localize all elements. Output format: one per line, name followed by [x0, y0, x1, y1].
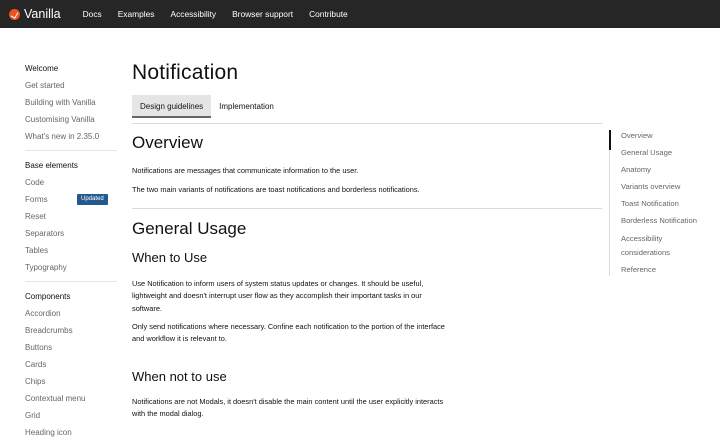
sidebar-item-customising-vanilla[interactable]: Customising Vanilla	[25, 111, 117, 128]
nav-browser-support[interactable]: Browser support	[224, 0, 301, 28]
sidebar-heading: Welcome	[25, 64, 59, 73]
overview-paragraph-2: The two main variants of notifications a…	[132, 185, 420, 194]
nav-links: Docs Examples Accessibility Browser supp…	[75, 0, 356, 28]
section-divider	[132, 123, 602, 124]
sidebar-item-contextual-menu[interactable]: Contextual menu	[25, 390, 117, 407]
nav-accessibility[interactable]: Accessibility	[162, 0, 224, 28]
vanilla-logo-icon	[9, 8, 20, 20]
when-to-use-paragraph-2: Only send notifications where necessary.…	[132, 322, 445, 344]
toc-item-anatomy[interactable]: Anatomy	[610, 164, 720, 176]
sidebar-group-components: Components Accordion Breadcrumbs Buttons…	[25, 288, 117, 441]
sidebar-item-reset[interactable]: Reset	[25, 208, 117, 225]
when-not-to-use-heading: When not to use	[132, 369, 227, 384]
sidebar-item-typography[interactable]: Typography	[25, 259, 117, 276]
sidebar-item-chips[interactable]: Chips	[25, 373, 117, 390]
sidebar-item-whats-new[interactable]: What's new in 2.35.0	[25, 128, 117, 145]
sidebar-divider	[25, 281, 117, 282]
general-usage-heading: General Usage	[132, 219, 247, 238]
tab-design-guidelines[interactable]: Design guidelines	[132, 95, 212, 118]
page-title: Notification	[132, 61, 239, 84]
sidebar-item-separators[interactable]: Separators	[25, 225, 117, 242]
sidebar-item-breadcrumbs[interactable]: Breadcrumbs	[25, 322, 117, 339]
sidebar-item-tables[interactable]: Tables	[25, 242, 117, 259]
sidebar-item-get-started[interactable]: Get started	[25, 77, 117, 94]
sidebar-item-heading-icon[interactable]: Heading icon	[25, 424, 117, 441]
toc-item-borderless-notification[interactable]: Borderless Notification	[610, 215, 720, 227]
sidebar-group-welcome: Welcome Get started Building with Vanill…	[25, 60, 117, 145]
sidebar-item-label: Forms	[25, 195, 48, 204]
section-divider	[132, 208, 602, 209]
brand-link[interactable]: Vanilla	[9, 0, 61, 28]
brand-name: Vanilla	[24, 7, 61, 21]
nav-docs[interactable]: Docs	[75, 0, 110, 28]
sidebar-item-code[interactable]: Code	[25, 174, 117, 191]
sidebar-divider	[25, 150, 117, 151]
when-to-use-paragraph-1: Use Notification to inform users of syst…	[132, 279, 424, 313]
sidebar-item-accordion[interactable]: Accordion	[25, 305, 117, 322]
sidebar-heading: Components	[25, 292, 71, 301]
sidebar-item-cards[interactable]: Cards	[25, 356, 117, 373]
nav-contribute[interactable]: Contribute	[301, 0, 356, 28]
sidebar-heading: Base elements	[25, 161, 78, 170]
top-navigation: Vanilla Docs Examples Accessibility Brow…	[0, 0, 720, 28]
updated-badge: Updated	[77, 194, 108, 205]
overview-heading: Overview	[132, 133, 203, 152]
when-not-to-use-paragraph: Notifications are not Modals, it doesn't…	[132, 397, 444, 419]
overview-paragraph-1: Notifications are messages that communic…	[132, 166, 359, 175]
toc-item-overview[interactable]: Overview	[609, 130, 720, 150]
toc-item-variants-overview[interactable]: Variants overview	[610, 181, 720, 193]
tab-bar: Design guidelines Implementation	[132, 95, 282, 118]
toc-item-general-usage[interactable]: General Usage	[610, 147, 720, 159]
toc-item-toast-notification[interactable]: Toast Notification	[610, 198, 720, 210]
toc-item-accessibility-considerations[interactable]: Accessibility considerations	[610, 232, 680, 259]
tab-implementation[interactable]: Implementation	[211, 95, 282, 118]
sidebar-item-grid[interactable]: Grid	[25, 407, 117, 424]
sidebar-item-building-with-vanilla[interactable]: Building with Vanilla	[25, 94, 117, 111]
sidebar-group-base-elements: Base elements Code Forms Updated Reset S…	[25, 157, 117, 276]
table-of-contents: Overview General Usage Anatomy Variants …	[609, 130, 720, 276]
sidebar-item-forms[interactable]: Forms Updated	[25, 191, 117, 208]
sidebar-item-buttons[interactable]: Buttons	[25, 339, 117, 356]
toc-item-reference[interactable]: Reference	[610, 264, 720, 276]
nav-examples[interactable]: Examples	[110, 0, 163, 28]
when-to-use-heading: When to Use	[132, 250, 208, 265]
